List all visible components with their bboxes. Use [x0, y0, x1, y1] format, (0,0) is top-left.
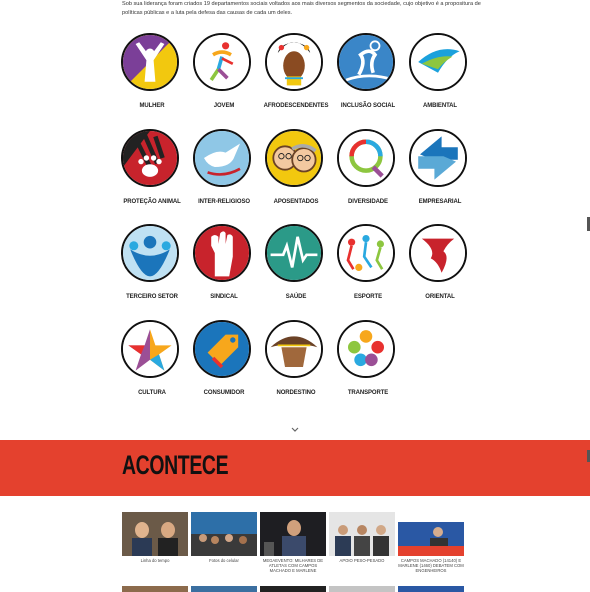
elderly-couple-icon [265, 129, 323, 187]
news-card[interactable]: MEGAEVENTO: MILHARES DE ATLETAS COM CAMP… [260, 512, 326, 590]
rainbow-speech-bubble-icon [337, 129, 395, 187]
dept-protecao-animal[interactable]: PROTEÇÃO ANIMAL [115, 126, 189, 214]
woman-raised-arms-icon [121, 33, 179, 91]
dept-diversidade[interactable]: DIVERSIDADE [331, 126, 405, 214]
dept-consumidor[interactable]: CONSUMIDOR [187, 317, 261, 405]
news-caption: APOIO PESO-PESADO [339, 558, 385, 563]
paw-print-icon [121, 129, 179, 187]
dept-label: DIVERSIDADE [348, 199, 388, 205]
dept-oriental[interactable]: ORIENTAL [403, 221, 477, 309]
news-caption: Fotos do celular [209, 558, 239, 563]
dept-label: SINDICAL [210, 294, 238, 300]
dept-label: ESPORTE [354, 294, 382, 300]
news-thumbnail [260, 512, 326, 556]
news-thumbnail [191, 512, 257, 556]
dept-label: TERCEIRO SETOR [126, 294, 178, 300]
colorful-star-icon [121, 320, 179, 378]
news-caption: MEGAEVENTO: MILHARES DE ATLETAS COM CAMP… [262, 558, 324, 573]
dept-label: EMPRESARIAL [418, 199, 462, 205]
dept-label: SAÚDE [285, 294, 307, 300]
youth-figure-icon [193, 33, 251, 91]
dept-jovem[interactable]: JOVEM [187, 30, 261, 118]
news-card[interactable]: APOIO PESO-PESADO [329, 512, 395, 590]
oriental-symbol-icon [409, 224, 467, 282]
acontece-heading: ACONTECE [122, 450, 229, 480]
dept-transporte[interactable]: TRANSPORTE [331, 317, 405, 405]
dept-saude[interactable]: SAÚDE [259, 221, 333, 309]
news-caption: Linha do tempo [140, 558, 170, 563]
dept-label: INCLUSÃO SOCIAL [340, 103, 396, 109]
news-thumbnail-row2[interactable] [329, 586, 395, 592]
business-arrows-icon [409, 129, 467, 187]
news-caption: CAMPOS MACHADO (14140) E MARLENE (1460) … [398, 558, 464, 573]
dept-label: JOVEM [213, 103, 235, 109]
people-group-icon [121, 224, 179, 282]
acontece-banner: ACONTECE [0, 440, 590, 496]
news-card[interactable]: Linha do tempo [122, 512, 188, 590]
dept-label: NORDESTINO [276, 390, 316, 396]
dept-cultura[interactable]: CULTURA [115, 317, 189, 405]
news-thumbnail-row2[interactable] [398, 586, 464, 592]
news-thumbnail-row2[interactable] [191, 586, 257, 592]
dept-label: INTER-RELIGIOSO [198, 199, 250, 205]
dept-esporte[interactable]: ESPORTE [331, 221, 405, 309]
dept-label: MULHER [139, 103, 165, 109]
news-thumbnail [329, 512, 395, 556]
dept-ambiental[interactable]: AMBIENTAL [403, 30, 477, 118]
news-card[interactable]: CAMPOS MACHADO (14140) E MARLENE (1460) … [398, 512, 464, 590]
dept-inter-religioso[interactable]: INTER-RELIGIOSO [187, 126, 261, 214]
dept-label: CONSUMIDOR [203, 390, 245, 396]
news-strip: Linha do tempo Fotos do celular MEGAEVEN… [122, 512, 467, 590]
dept-label: APOSENTADOS [273, 199, 319, 205]
dept-label: ORIENTAL [425, 294, 455, 300]
dept-empresarial[interactable]: EMPRESARIAL [403, 126, 477, 214]
dept-label: CULTURA [138, 390, 166, 396]
dept-afrodescendentes[interactable]: AFRODESCENDENTES [259, 30, 333, 118]
dept-nordestino[interactable]: NORDESTINO [259, 317, 333, 405]
dept-inclusao-social[interactable]: INCLUSÃO SOCIAL [331, 30, 405, 118]
african-woman-icon [265, 33, 323, 91]
news-card[interactable]: Fotos do celular [191, 512, 257, 590]
news-thumbnail [398, 512, 464, 556]
environment-leaf-icon [409, 33, 467, 91]
transport-modes-icon [337, 320, 395, 378]
heartbeat-line-icon [265, 224, 323, 282]
news-thumbnail-row2[interactable] [260, 586, 326, 592]
chevron-down-icon[interactable] [290, 426, 300, 434]
dept-mulher[interactable]: MULHER [115, 30, 189, 118]
dept-label: PROTEÇÃO ANIMAL [123, 199, 181, 205]
dove-icon [193, 129, 251, 187]
dept-label: TRANSPORTE [347, 390, 389, 396]
departments-grid: MULHER JOVEM AFRODESCENDENTES INCLUSÃO S… [115, 30, 475, 410]
dept-label: AFRODESCENDENTES [263, 103, 329, 109]
price-tag-icon [193, 320, 251, 378]
raised-fist-icon [193, 224, 251, 282]
dept-aposentados[interactable]: APOSENTADOS [259, 126, 333, 214]
athletes-icon [337, 224, 395, 282]
inclusion-figure-icon [337, 33, 395, 91]
dept-sindical[interactable]: SINDICAL [187, 221, 261, 309]
dept-label: AMBIENTAL [423, 103, 457, 109]
news-thumbnail [122, 512, 188, 556]
cangaceiro-hat-icon [265, 320, 323, 378]
intro-paragraph: Sob sua liderança foram criados 19 depar… [122, 1, 481, 16]
dept-terceiro-setor[interactable]: TERCEIRO SETOR [115, 221, 189, 309]
news-thumbnail-row2[interactable] [122, 586, 188, 592]
